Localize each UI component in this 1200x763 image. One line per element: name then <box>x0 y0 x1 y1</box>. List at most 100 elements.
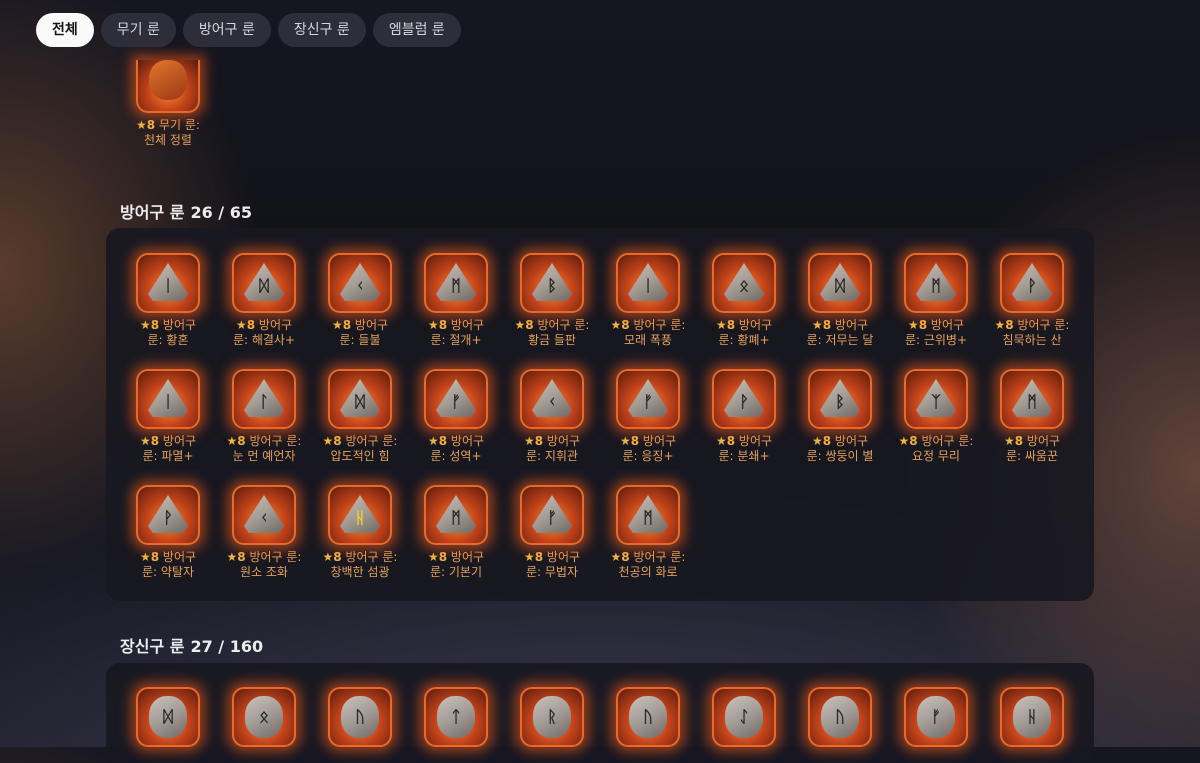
rune-icon[interactable]: ᛗ <box>904 253 968 313</box>
rune-grade: ★8 <box>427 550 448 564</box>
rune-glyph-icon: ᛗ <box>451 276 461 295</box>
rune-label: ★8 방어구 룬: 절개+ <box>408 318 504 348</box>
rune-icon[interactable]: ᛉ <box>904 369 968 429</box>
rune-icon[interactable]: ᛞ <box>328 369 392 429</box>
rune-card[interactable]: ᚹ ★8 방어구 룬: 침묵하는 산 <box>984 253 1080 348</box>
rune-icon[interactable]: ᛟ <box>232 687 296 747</box>
rune-card[interactable]: ᛗ ★8 방어구 룬: 근위병+ <box>888 253 984 348</box>
rune-icon[interactable]: ᛗ <box>424 485 488 545</box>
rune-card[interactable]: ᚠ ★8 방어구 룬: 무법자 <box>504 485 600 580</box>
rune-icon[interactable]: ᛞ <box>808 253 872 313</box>
rune-label: ★8 방어구 룬: 근위병+ <box>888 318 984 348</box>
rune-icon[interactable]: ᚢ <box>328 687 392 747</box>
rune-glyph-icon: ᛇ <box>739 707 749 726</box>
rune-card[interactable]: ᛏ <box>408 687 504 747</box>
rune-icon[interactable]: ᚲ <box>520 369 584 429</box>
rune-icon[interactable]: ᚲ <box>328 253 392 313</box>
rune-card[interactable]: ᛗ ★8 방어구 룬: 절개+ <box>408 253 504 348</box>
rune-card[interactable]: ᚲ ★8 방어구 룬: 들불 <box>312 253 408 348</box>
rune-glyph-icon: ᛗ <box>451 508 461 527</box>
rune-icon[interactable]: ᛞ <box>232 253 296 313</box>
rune-icon[interactable]: ᛟ <box>712 253 776 313</box>
section-name: 방어구 룬 <box>120 203 185 222</box>
rune-card[interactable]: ᚱ <box>504 687 600 747</box>
rune-icon[interactable]: ᛞ <box>136 687 200 747</box>
rune-icon[interactable]: ᚹ <box>712 369 776 429</box>
rune-icon[interactable]: ᚠ <box>520 485 584 545</box>
rune-label: ★8 무기 룬: 천체 정렬 <box>136 118 200 147</box>
rune-card[interactable]: ᚺ <box>984 687 1080 747</box>
rune-card[interactable]: ᛗ ★8 방어구 룬: 기본기 <box>408 485 504 580</box>
rune-icon[interactable]: ᚺ <box>328 485 392 545</box>
rune-icon[interactable]: ᚠ <box>904 687 968 747</box>
rune-card[interactable]: ᛚ ★8 방어구 룬: 눈 먼 예언자 <box>216 369 312 464</box>
rune-card[interactable]: ᛉ ★8 방어구 룬: 요정 무리 <box>888 369 984 464</box>
rune-icon[interactable]: ᚠ <box>424 369 488 429</box>
rune-icon[interactable]: ᛒ <box>520 253 584 313</box>
rune-card[interactable]: ᚢ <box>792 687 888 747</box>
rune-glyph-icon: ᛚ <box>259 392 269 411</box>
rune-card[interactable]: ᚢ <box>600 687 696 747</box>
rune-grade: ★8 <box>610 550 630 564</box>
rune-card[interactable]: ᛞ ★8 방어구 룬: 압도적인 힘 <box>312 369 408 464</box>
rune-icon[interactable] <box>136 60 200 113</box>
rune-grade: ★8 <box>322 550 342 564</box>
rune-icon[interactable]: ᚱ <box>520 687 584 747</box>
rune-icon[interactable]: ᛏ <box>424 687 488 747</box>
rune-icon[interactable]: ᚢ <box>616 687 680 747</box>
rune-card[interactable]: ᛁ ★8 방어구 룬: 황혼 <box>120 253 216 348</box>
rune-label: ★8 방어구 룬: 분쇄+ <box>696 434 792 464</box>
rune-card[interactable]: ᛟ <box>216 687 312 747</box>
rune-icon[interactable]: ᛇ <box>712 687 776 747</box>
rune-icon[interactable]: ᛚ <box>232 369 296 429</box>
rune-card[interactable]: ᚲ ★8 방어구 룬: 지휘관 <box>504 369 600 464</box>
rune-card[interactable]: ᚹ ★8 방어구 룬: 약탈자 <box>120 485 216 580</box>
rune-icon[interactable]: ᛗ <box>424 253 488 313</box>
rune-glyph-icon: ᛞ <box>259 276 269 295</box>
rune-card[interactable]: ᛇ <box>696 687 792 747</box>
rune-icon[interactable]: ᚢ <box>808 687 872 747</box>
tab-4[interactable]: 엠블럼 룬 <box>372 13 461 47</box>
rune-card[interactable]: ᛒ ★8 방어구 룬: 쌍둥이 별 <box>792 369 888 464</box>
rune-card[interactable]: ᛁ ★8 방어구 룬: 모래 폭풍 <box>600 253 696 348</box>
rune-icon[interactable]: ᛁ <box>136 369 200 429</box>
rune-icon[interactable]: ᛗ <box>616 485 680 545</box>
rune-icon[interactable]: ᚺ <box>1000 687 1064 747</box>
rune-card[interactable]: ᛞ ★8 방어구 룬: 해결사+ <box>216 253 312 348</box>
rune-card[interactable]: ᛒ ★8 방어구 룬: 황금 들판 <box>504 253 600 348</box>
rune-glyph-icon: ᚠ <box>931 707 941 726</box>
tab-3[interactable]: 장신구 룬 <box>277 13 366 47</box>
rune-card[interactable]: ᛞ <box>120 687 216 747</box>
rune-glyph-icon: ᛉ <box>931 392 941 411</box>
rune-icon[interactable]: ᚲ <box>232 485 296 545</box>
rune-icon[interactable]: ᛁ <box>136 253 200 313</box>
rune-icon[interactable]: ᛒ <box>808 369 872 429</box>
tab-1[interactable]: 무기 룬 <box>100 13 176 47</box>
rune-icon[interactable]: ᚠ <box>616 369 680 429</box>
tab-0[interactable]: 전체 <box>36 13 94 47</box>
rune-card[interactable]: ᛗ ★8 방어구 룬: 싸움꾼 <box>984 369 1080 464</box>
rune-label: ★8 방어구 룬: 기본기 <box>408 550 504 580</box>
rune-label: ★8 방어구 룬: 원소 조화 <box>216 550 312 580</box>
rune-icon[interactable]: ᛁ <box>616 253 680 313</box>
rune-card[interactable]: ᛟ ★8 방어구 룬: 황폐+ <box>696 253 792 348</box>
rune-card[interactable]: ᛁ ★8 방어구 룬: 파멸+ <box>120 369 216 464</box>
rune-card-weapon-celestial[interactable]: ★8 무기 룬: 천체 정렬 <box>120 60 216 148</box>
rune-label: ★8 방어구 룬: 황금 들판 <box>504 318 600 348</box>
rune-card[interactable]: ᛗ ★8 방어구 룬: 천공의 화로 <box>600 485 696 580</box>
rune-card[interactable]: ᛞ ★8 방어구 룬: 저무는 달 <box>792 253 888 348</box>
rune-card[interactable]: ᚹ ★8 방어구 룬: 분쇄+ <box>696 369 792 464</box>
rune-card[interactable]: ᚢ <box>312 687 408 747</box>
rune-glyph-icon: ᛒ <box>547 276 557 295</box>
rune-card[interactable]: ᚠ <box>888 687 984 747</box>
tab-2[interactable]: 방어구 룬 <box>182 13 271 47</box>
rune-icon[interactable]: ᚹ <box>136 485 200 545</box>
rune-card[interactable]: ᚠ ★8 방어구 룬: 성역+ <box>408 369 504 464</box>
rune-icon[interactable]: ᛗ <box>1000 369 1064 429</box>
rune-icon[interactable]: ᚹ <box>1000 253 1064 313</box>
rune-card[interactable]: ᚲ ★8 방어구 룬: 원소 조화 <box>216 485 312 580</box>
rune-stone-icon <box>149 60 187 100</box>
rune-card[interactable]: ᚠ ★8 방어구 룬: 응징+ <box>600 369 696 464</box>
rune-grade: ★8 <box>331 318 352 332</box>
rune-card[interactable]: ᚺ ★8 방어구 룬: 창백한 섬광 <box>312 485 408 580</box>
